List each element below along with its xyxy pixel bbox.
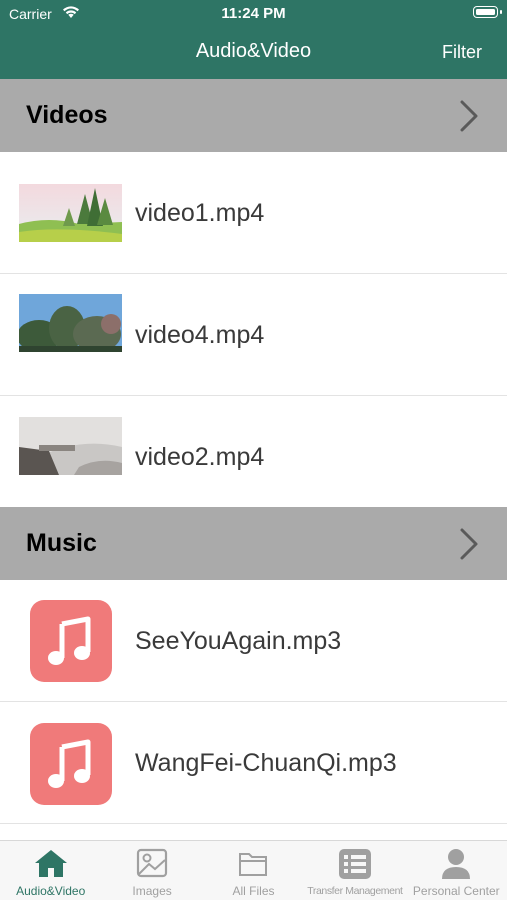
video-thumbnail: [19, 417, 122, 475]
video-row[interactable]: video1.mp4: [0, 152, 507, 274]
filter-button[interactable]: Filter: [442, 42, 482, 63]
home-icon: [34, 848, 68, 883]
tab-bar: Audio&Video Images All Files Transfer Ma…: [0, 840, 507, 900]
section-title: Music: [26, 529, 97, 557]
tab-transfer-management[interactable]: Transfer Management: [304, 841, 405, 901]
list-icon: [338, 848, 372, 885]
navigation-bar: Carrier 11:24 PM Audio&Video Filter: [0, 0, 507, 79]
section-header-music[interactable]: Music: [0, 507, 507, 580]
chevron-right-icon: [459, 99, 479, 138]
tab-label: All Files: [232, 884, 275, 898]
music-name: SeeYouAgain.mp3: [135, 627, 342, 655]
video-name: video4.mp4: [135, 321, 265, 349]
battery-icon: [473, 6, 502, 18]
tab-personal-center[interactable]: Personal Center: [406, 841, 507, 901]
video-thumbnail: [19, 184, 122, 242]
section-title: Videos: [26, 101, 108, 129]
video-name: video2.mp4: [135, 443, 265, 471]
music-row[interactable]: WangFei-ChuanQi.mp3: [0, 702, 507, 824]
person-icon: [441, 848, 471, 885]
music-row[interactable]: SeeYouAgain.mp3: [0, 580, 507, 702]
image-icon: [136, 848, 168, 883]
video-thumbnail: [19, 294, 122, 352]
folder-icon: [237, 848, 269, 883]
video-row[interactable]: video2.mp4: [0, 396, 507, 518]
tab-all-files[interactable]: All Files: [203, 841, 304, 901]
chevron-right-icon: [459, 527, 479, 566]
page-title: Audio&Video: [195, 40, 312, 62]
tab-label: Transfer Management: [307, 885, 403, 897]
tab-images[interactable]: Images: [101, 841, 202, 901]
tab-label: Personal Center: [412, 884, 500, 898]
status-bar: Carrier 11:24 PM: [0, 0, 507, 28]
status-time: 11:24 PM: [221, 5, 286, 22]
tab-audio-video[interactable]: Audio&Video: [0, 841, 101, 901]
music-name: WangFei-ChuanQi.mp3: [135, 749, 397, 777]
music-note-icon: [30, 600, 112, 682]
section-header-videos[interactable]: Videos: [0, 79, 507, 152]
tab-label: Audio&Video: [16, 884, 86, 898]
tab-label: Images: [132, 884, 172, 898]
video-row[interactable]: video4.mp4: [0, 274, 507, 396]
video-name: video1.mp4: [135, 199, 265, 227]
music-note-icon: [30, 723, 112, 805]
